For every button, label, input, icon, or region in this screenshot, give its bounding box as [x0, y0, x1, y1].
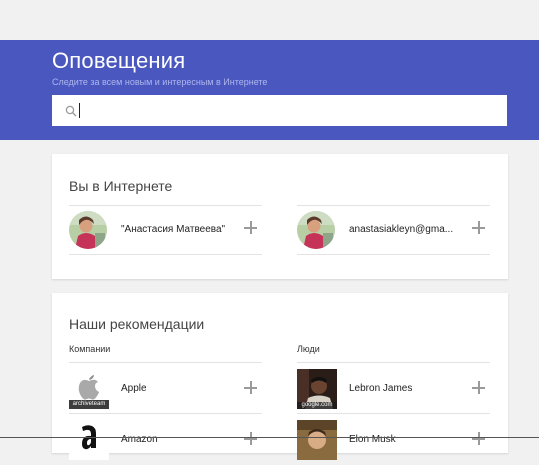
user-avatar	[297, 211, 335, 249]
person-name-label: Lebron James	[349, 383, 413, 394]
window-bottom-edge	[0, 437, 539, 438]
search-input[interactable]	[78, 101, 498, 120]
search-box[interactable]	[52, 95, 507, 126]
person-photo	[297, 420, 337, 460]
add-alert-icon[interactable]	[472, 221, 485, 234]
add-alert-icon[interactable]	[472, 432, 485, 445]
add-alert-icon[interactable]	[244, 381, 257, 394]
apple-logo: archiveteam	[69, 369, 109, 409]
page-title: Оповещения	[52, 48, 186, 73]
you-online-title: Вы в Интернете	[69, 178, 173, 194]
recommendations-card: Наши рекомендации Компании Люди archivet…	[52, 293, 508, 460]
recommendation-item[interactable]: google.com Lebron James	[297, 362, 490, 414]
page-subtitle: Следите за всем новым и интересным в Инт…	[52, 77, 268, 87]
people-heading: Люди	[297, 344, 320, 354]
recommendations-title: Наши рекомендации	[69, 316, 205, 332]
account-email-label: anastasiakleyn@gma...	[349, 224, 454, 235]
you-online-item[interactable]: anastasiakleyn@gma...	[297, 205, 490, 255]
header-bar: Оповещения Следите за всем новым и интер…	[0, 40, 539, 140]
add-alert-icon[interactable]	[472, 381, 485, 394]
amazon-logo	[69, 420, 109, 460]
user-avatar	[69, 211, 107, 249]
logo-caption: archiveteam	[72, 401, 106, 407]
company-name-label: Amazon	[121, 434, 158, 445]
add-alert-icon[interactable]	[244, 221, 257, 234]
recommendation-item[interactable]: Elon Musk	[297, 413, 490, 465]
search-icon	[65, 105, 77, 117]
you-online-item[interactable]: "Анастасия Матвеева"	[69, 205, 262, 255]
logo-caption: google.com	[301, 402, 333, 408]
person-photo: google.com	[297, 369, 337, 409]
you-online-card: Вы в Интернете "Анастасия Матвеева" anas…	[52, 154, 508, 279]
company-name-label: Apple	[121, 383, 147, 394]
recommendation-item[interactable]: Amazon	[69, 413, 262, 465]
companies-heading: Компании	[69, 344, 111, 354]
account-name-label: "Анастасия Матвеева"	[121, 224, 226, 235]
recommendation-item[interactable]: archiveteam Apple	[69, 362, 262, 414]
add-alert-icon[interactable]	[244, 432, 257, 445]
person-name-label: Elon Musk	[349, 434, 396, 445]
